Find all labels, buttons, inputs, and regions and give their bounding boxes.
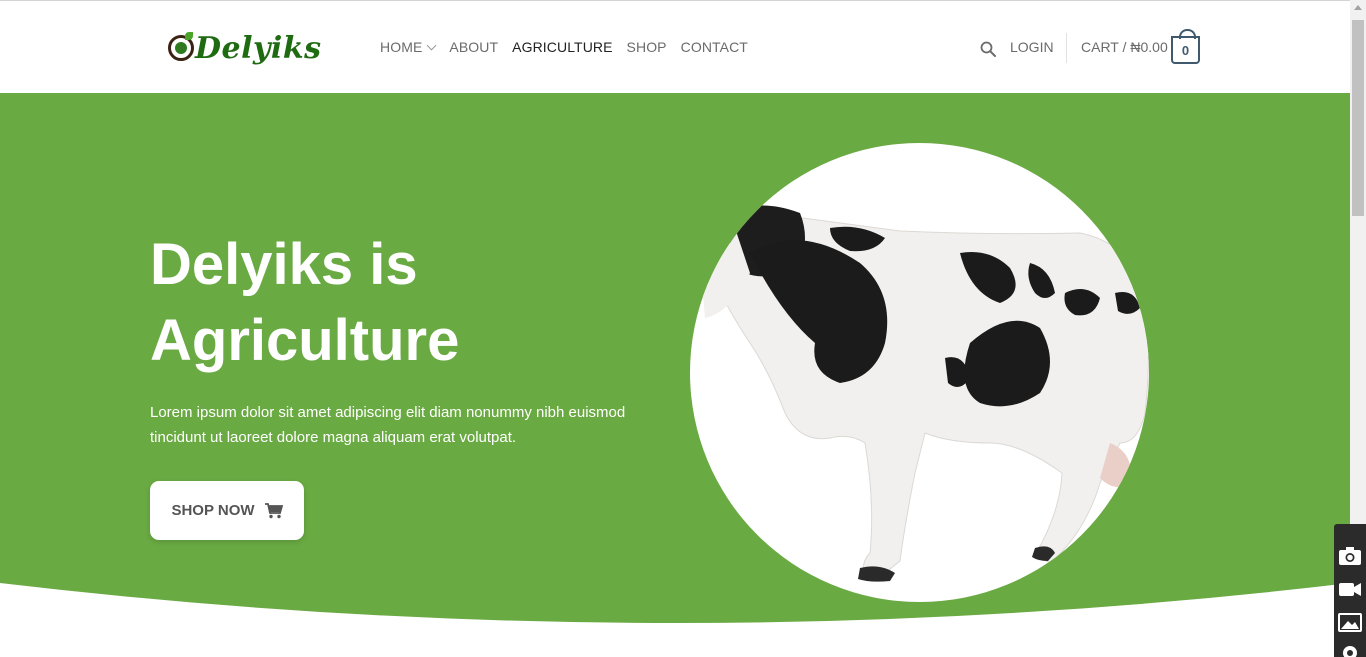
login-link[interactable]: LOGIN bbox=[1010, 39, 1054, 55]
nav-contact-label: CONTACT bbox=[680, 39, 748, 55]
hero-title-line1: Delyiks is bbox=[150, 232, 418, 297]
video-icon[interactable] bbox=[1338, 578, 1362, 600]
header-divider bbox=[1066, 33, 1067, 63]
chevron-down-icon bbox=[426, 40, 437, 50]
brand-name: Delyiks bbox=[195, 30, 322, 66]
image-icon[interactable] bbox=[1338, 611, 1362, 633]
cart-count-badge[interactable]: 0 bbox=[1171, 29, 1200, 64]
nav-about-label: ABOUT bbox=[449, 39, 499, 55]
cow-image bbox=[690, 143, 1149, 602]
nav-home[interactable]: HOME bbox=[380, 39, 437, 55]
site-logo[interactable]: Delyiks bbox=[168, 28, 322, 68]
hero-title: Delyiks is Agriculture bbox=[150, 227, 459, 379]
cart-count: 0 bbox=[1181, 42, 1190, 58]
shop-now-button[interactable]: SHOP NOW bbox=[150, 481, 304, 540]
shop-now-label: SHOP NOW bbox=[171, 502, 255, 519]
scrollbar-thumb[interactable] bbox=[1352, 20, 1364, 216]
nav-home-label: HOME bbox=[380, 39, 423, 55]
logo-emblem-icon bbox=[168, 32, 194, 61]
cart-icon bbox=[264, 502, 283, 518]
site-header: Delyiks HOME ABOUT AGRICULTURE SHOP CONT… bbox=[0, 3, 1350, 93]
gear-icon[interactable] bbox=[1338, 642, 1362, 657]
nav-agriculture[interactable]: AGRICULTURE bbox=[512, 39, 612, 55]
nav-shop[interactable]: SHOP bbox=[627, 39, 667, 55]
main-nav: HOME ABOUT AGRICULTURE SHOP CONTACT bbox=[380, 39, 748, 55]
search-icon[interactable] bbox=[980, 41, 996, 57]
cart-amount: ₦0.00 bbox=[1130, 39, 1168, 55]
nav-contact[interactable]: CONTACT bbox=[681, 39, 748, 55]
scroll-up-arrow[interactable] bbox=[1354, 5, 1362, 10]
hero-title-line2: Agriculture bbox=[150, 308, 460, 373]
hero-section: Delyiks is Agriculture Lorem ipsum dolor… bbox=[0, 93, 1350, 657]
camera-icon[interactable] bbox=[1338, 545, 1362, 567]
cart-label: CART / bbox=[1081, 39, 1127, 55]
hero-description: Lorem ipsum dolor sit amet adipiscing el… bbox=[150, 404, 626, 446]
nav-agriculture-label: AGRICULTURE bbox=[512, 39, 613, 55]
cart-link[interactable]: CART / ₦0.00 bbox=[1081, 39, 1168, 55]
cow-illustration bbox=[700, 205, 1149, 582]
nav-shop-label: SHOP bbox=[626, 39, 667, 55]
nav-about[interactable]: ABOUT bbox=[449, 39, 498, 55]
